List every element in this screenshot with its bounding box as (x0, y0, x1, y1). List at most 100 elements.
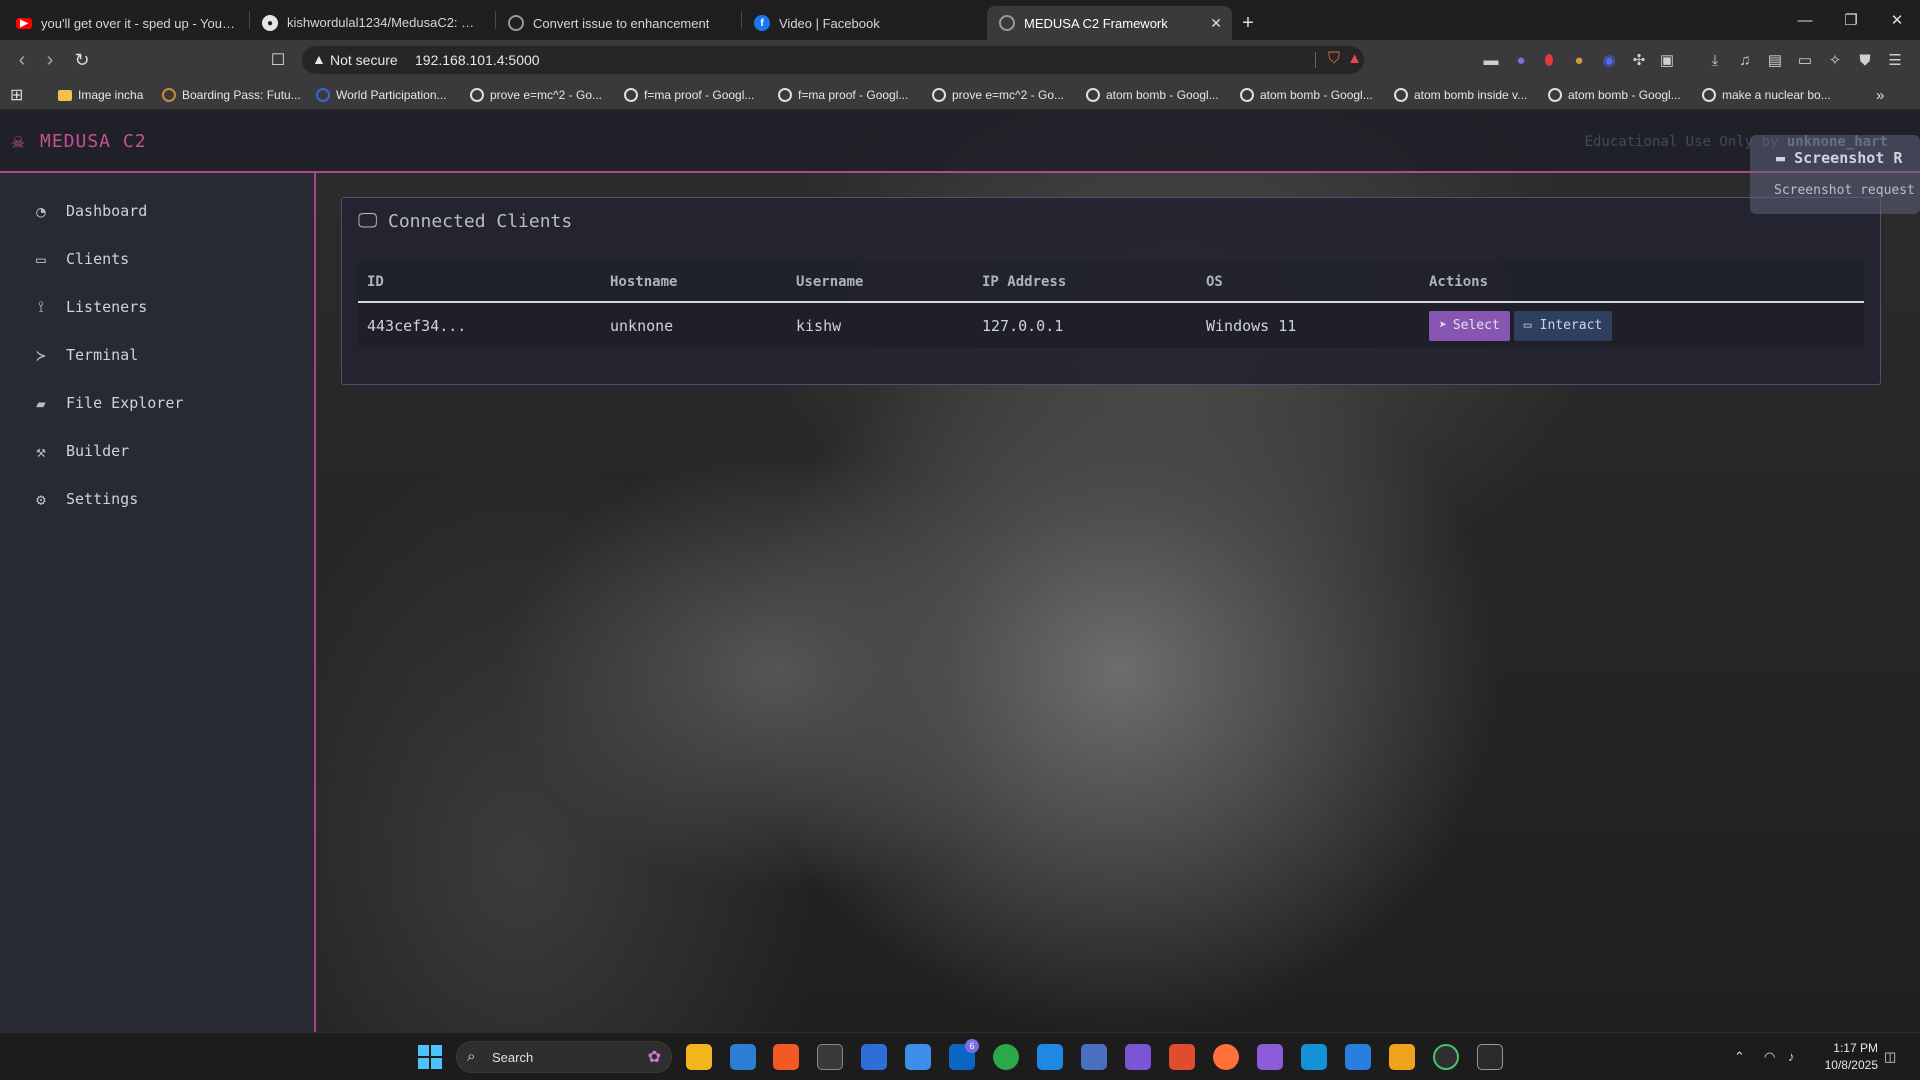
sidebar-item-clients[interactable]: ▭ Clients (30, 245, 129, 273)
powershell-app-icon[interactable] (861, 1044, 887, 1070)
bookmark-item[interactable]: atom bomb - Googl... (1086, 86, 1219, 104)
extension-blue-icon[interactable]: ◉ (1600, 51, 1618, 69)
minimize-button[interactable]: — (1782, 0, 1828, 40)
clock-date[interactable]: 10/8/2025 (1825, 1058, 1878, 1072)
hat-extension-icon[interactable]: ▬ (1482, 51, 1500, 69)
sidebar-item-label: Listeners (66, 298, 148, 316)
sidebar-item-listeners[interactable]: ⟟ Listeners (30, 293, 147, 321)
sidebar-item-settings[interactable]: ⚙ Settings (30, 485, 138, 513)
back-icon[interactable]: ‹ (10, 48, 34, 72)
column-header: IP Address (973, 262, 1197, 303)
bookmark-item[interactable]: Image incha (58, 86, 143, 104)
app-icon[interactable] (1345, 1044, 1371, 1070)
menu-icon[interactable]: ☰ (1886, 51, 1904, 69)
chevron-up-icon[interactable]: ⌃ (1734, 1049, 1745, 1065)
sidebar-item-terminal[interactable]: ≻ Terminal (30, 341, 138, 369)
puzzle-icon[interactable]: ✣ (1630, 51, 1648, 69)
hammer-icon: ⚒ (36, 441, 46, 461)
tab-github[interactable]: ● kishwordulal1234/MedusaC2: ♎ ME (250, 6, 495, 40)
address-bar[interactable]: ▲ Not secure 192.168.101.4:5000 ⛉ ▲ (302, 46, 1364, 74)
bookmark-item[interactable]: atom bomb inside v... (1394, 86, 1527, 104)
extension-red-icon[interactable]: ⬮ (1540, 51, 1558, 69)
app-logo[interactable]: MEDUSA C2 (40, 131, 147, 152)
screenshot-icon[interactable]: ▣ (1658, 51, 1676, 69)
warning-icon[interactable]: ▲ (312, 51, 326, 67)
clock-time[interactable]: 1:17 PM (1833, 1041, 1878, 1055)
bookmark-item[interactable]: atom bomb - Googl... (1548, 86, 1681, 104)
app-icon[interactable] (1037, 1044, 1063, 1070)
sidebar-toggle-icon[interactable]: ▤ (1766, 51, 1784, 69)
firefox-app-icon[interactable] (1213, 1044, 1239, 1070)
sidebar-item-builder[interactable]: ⚒ Builder (30, 437, 129, 465)
notification-toast[interactable]: ▬ Screenshot R Screenshot request (1750, 135, 1920, 214)
bookmark-item[interactable]: f=ma proof - Googl... (624, 86, 754, 104)
start-icon[interactable] (418, 1045, 442, 1069)
notification-bell-icon[interactable]: ◫ (1884, 1049, 1896, 1065)
interact-button[interactable]: ▭ Interact (1513, 310, 1613, 341)
tab-label: Video | Facebook (779, 15, 880, 31)
select-button[interactable]: ➤ Select (1429, 310, 1510, 341)
brave-shield-icon[interactable]: ⛉ (1328, 50, 1340, 68)
file-explorer-app-icon[interactable] (686, 1044, 712, 1070)
virtualbox-app-icon[interactable] (1301, 1044, 1327, 1070)
table-header-row: ID Hostname Username IP Address OS Actio… (358, 262, 1864, 303)
vpn-shield-icon[interactable]: ⛊ (1856, 51, 1874, 69)
download-icon[interactable]: ⤓ (1706, 51, 1724, 69)
bookmark-item[interactable]: prove e=mc^2 - Go... (932, 86, 1064, 104)
volume-icon[interactable]: ♪ (1788, 1049, 1795, 1064)
app-icon[interactable] (1125, 1044, 1151, 1070)
tab-facebook[interactable]: f Video | Facebook (742, 6, 987, 40)
chrome-app-icon[interactable] (993, 1044, 1019, 1070)
terminal-icon: ≻ (36, 345, 46, 365)
bookmark-item[interactable]: make a nuclear bo... (1702, 86, 1831, 104)
tab-convert-issue[interactable]: Convert issue to enhancement (496, 6, 741, 40)
forward-icon[interactable]: › (38, 48, 62, 72)
bookmark-icon[interactable]: ☐ (266, 48, 290, 72)
reload-icon[interactable]: ↻ (70, 48, 94, 72)
tab-label: Convert issue to enhancement (533, 15, 710, 31)
more-bookmarks-button[interactable]: » (1876, 86, 1884, 104)
bookmark-item[interactable]: f=ma proof - Googl... (778, 86, 908, 104)
google-icon (1086, 88, 1100, 102)
toast-title: ▬ Screenshot R (1776, 149, 1903, 167)
app-icon[interactable] (1169, 1044, 1195, 1070)
apps-grid-icon[interactable]: ⊞ (10, 86, 23, 104)
security-label[interactable]: Not secure (330, 52, 398, 68)
tab-youtube[interactable]: ▶ you'll get over it - sped up - YouTube (4, 6, 249, 40)
gear-icon: ⚙ (36, 489, 46, 509)
bookmark-item[interactable]: Boarding Pass: Futu... (162, 86, 301, 104)
cookie-icon[interactable]: ● (1570, 51, 1588, 69)
visual-studio-app-icon[interactable] (1257, 1044, 1283, 1070)
wifi-icon[interactable]: ◠ (1764, 1049, 1775, 1065)
leo-ai-icon[interactable]: ✧ (1826, 51, 1844, 69)
tab-close-icon[interactable]: ✕ (1210, 15, 1222, 32)
console-app-icon[interactable] (1477, 1044, 1503, 1070)
terminal-app-icon[interactable] (817, 1044, 843, 1070)
app-icon[interactable] (1389, 1044, 1415, 1070)
tab-label: MEDUSA C2 Framework (1024, 15, 1168, 31)
wallet-icon[interactable]: ▭ (1796, 51, 1814, 69)
brave-rewards-icon[interactable]: ▲ (1347, 50, 1362, 67)
client-hostname: unknone (601, 302, 787, 348)
restore-button[interactable]: ❐ (1828, 0, 1874, 40)
media-icon[interactable]: ♫ (1736, 51, 1754, 69)
page-content: ☠ MEDUSA C2 Educational Use Only by unkn… (0, 111, 1920, 1032)
close-window-button[interactable]: ✕ (1874, 0, 1920, 40)
github-icon: ● (262, 15, 278, 31)
bookmark-item[interactable]: atom bomb - Googl... (1240, 86, 1373, 104)
url-text[interactable]: 192.168.101.4:5000 (415, 52, 540, 68)
new-tab-button[interactable]: + (1232, 6, 1264, 40)
sidebar-item-dashboard[interactable]: ◔ Dashboard (30, 197, 147, 225)
notepad-app-icon[interactable] (905, 1044, 931, 1070)
taskbar-search[interactable]: ⌕ Search ✿ (456, 1041, 672, 1073)
bookmark-item[interactable]: prove e=mc^2 - Go... (470, 86, 602, 104)
brave-app-icon[interactable] (773, 1044, 799, 1070)
extension-badge-icon[interactable]: ● (1512, 51, 1530, 69)
app-icon[interactable] (1081, 1044, 1107, 1070)
tab-medusa-active[interactable]: MEDUSA C2 Framework ✕ (987, 6, 1232, 40)
store-app-icon[interactable] (730, 1044, 756, 1070)
search-highlight-icon: ✿ (647, 1049, 661, 1066)
sidebar-item-file-explorer[interactable]: ▰ File Explorer (30, 389, 183, 417)
bookmark-item[interactable]: World Participation... (316, 86, 447, 104)
app-icon[interactable] (1433, 1044, 1459, 1070)
